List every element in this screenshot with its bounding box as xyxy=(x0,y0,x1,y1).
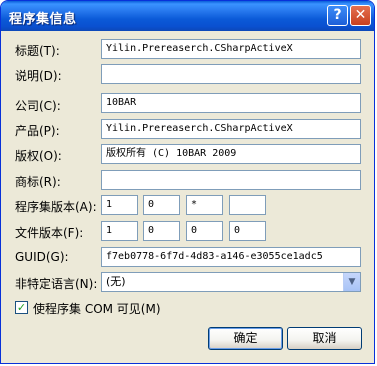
neutral-language-value: (无) xyxy=(106,275,126,288)
com-visible-checkbox[interactable]: ✓ xyxy=(15,301,28,314)
com-visible-label[interactable]: 使程序集 COM 可见(M) xyxy=(33,300,161,317)
file-version-label: 文件版本(F): xyxy=(15,226,84,240)
close-button[interactable]: ✕ xyxy=(350,5,371,26)
neutral-language-label: 非特定语言(N): xyxy=(15,277,98,291)
file-version-minor[interactable]: 0 xyxy=(143,221,180,241)
help-button[interactable]: ? xyxy=(327,5,348,26)
neutral-language-select[interactable]: (无) ▼ xyxy=(101,272,361,292)
product-field[interactable]: Yilin.Prereaserch.CSharpActiveX xyxy=(101,119,361,139)
assembly-version-major[interactable]: 1 xyxy=(101,195,138,215)
copyright-field[interactable]: 版权所有 (C) 10BAR 2009 xyxy=(101,144,361,164)
file-version-build[interactable]: 0 xyxy=(186,221,223,241)
assembly-version-revision[interactable] xyxy=(229,195,266,215)
trademark-label: 商标(R): xyxy=(15,175,61,189)
chevron-down-icon[interactable]: ▼ xyxy=(343,273,360,291)
trademark-field[interactable] xyxy=(101,170,361,190)
guid-field[interactable]: f7eb0778-6f7d-4d83-a146-e3055ce1adc5 xyxy=(101,247,361,267)
title-label: 标题(T): xyxy=(15,44,60,58)
assembly-version-minor[interactable]: 0 xyxy=(143,195,180,215)
title-field[interactable]: Yilin.Prereaserch.CSharpActiveX xyxy=(101,39,361,59)
assembly-version-label: 程序集版本(A): xyxy=(15,200,97,214)
ok-button[interactable]: 确定 xyxy=(208,327,283,350)
copyright-label: 版权(O): xyxy=(15,149,62,163)
product-label: 产品(P): xyxy=(15,124,60,138)
cancel-button[interactable]: 取消 xyxy=(287,327,362,350)
company-field[interactable]: 10BAR xyxy=(101,93,361,113)
help-icon: ? xyxy=(333,7,342,23)
assembly-version-build[interactable]: * xyxy=(186,195,223,215)
company-label: 公司(C): xyxy=(15,99,61,113)
description-label: 说明(D): xyxy=(15,69,62,83)
title-bar: 程序集信息 ? ✕ xyxy=(1,1,374,31)
window-title: 程序集信息 xyxy=(9,12,77,27)
checkmark-icon: ✓ xyxy=(16,301,27,314)
close-icon: ✕ xyxy=(354,7,367,23)
file-version-major[interactable]: 1 xyxy=(101,221,138,241)
assembly-info-dialog: 程序集信息 ? ✕ 标题(T): Yilin.Prereaserch.CShar… xyxy=(0,0,375,364)
file-version-revision[interactable]: 0 xyxy=(229,221,266,241)
guid-label: GUID(G): xyxy=(15,250,69,264)
description-field[interactable] xyxy=(101,64,361,84)
